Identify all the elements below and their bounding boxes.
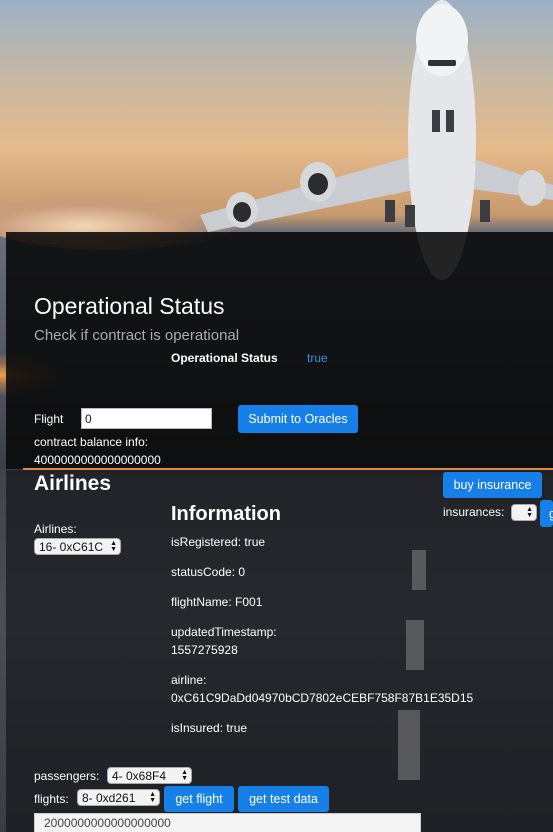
info-is-insured: isInsured: true bbox=[171, 721, 248, 735]
information-title: Information bbox=[171, 503, 281, 525]
operational-status-label: Operational Status bbox=[171, 351, 278, 365]
info-is-registered: isRegistered: true bbox=[171, 535, 266, 549]
select-arrows-icon: ▲ ▼ bbox=[149, 790, 156, 804]
insurances-label: insurances: bbox=[443, 505, 505, 519]
get-flight-button[interactable]: get flight bbox=[164, 786, 234, 812]
info-updated-label: updatedTimestamp: bbox=[171, 625, 277, 639]
insurances-select[interactable]: ▲ ▼ bbox=[511, 504, 537, 521]
info-airline-label: airline: bbox=[171, 673, 207, 687]
insurance-action-button[interactable]: g bbox=[540, 500, 553, 527]
flights-selected-value: 8- 0xd261 bbox=[82, 790, 136, 805]
section-divider bbox=[23, 468, 553, 470]
flight-input[interactable]: 0 bbox=[81, 408, 212, 429]
info-updated-value: 1557275928 bbox=[171, 643, 238, 657]
passengers-selected-value: 4- 0x68F4 bbox=[112, 768, 167, 783]
select-arrows-icon: ▲ ▼ bbox=[110, 539, 117, 553]
airlines-select[interactable]: 16- 0xC61C ▲ ▼ bbox=[34, 538, 121, 555]
amount-input[interactable]: 2000000000000000000 bbox=[34, 813, 421, 832]
get-test-data-button[interactable]: get test data bbox=[238, 786, 329, 812]
select-arrows-icon: ▲ ▼ bbox=[526, 505, 533, 519]
flights-label: flights: bbox=[34, 792, 69, 806]
operational-status-subtitle: Check if contract is operational bbox=[34, 327, 240, 344]
operational-status-title: Operational Status bbox=[34, 293, 225, 319]
airlines-selected-value: 16- 0xC61C bbox=[39, 539, 104, 554]
submit-to-oracles-button[interactable]: Submit to Oracles bbox=[238, 405, 358, 433]
operational-panel-overlay bbox=[6, 232, 553, 469]
flights-select[interactable]: 8- 0xd261 ▲ ▼ bbox=[77, 789, 160, 806]
info-status-code: statusCode: 0 bbox=[171, 565, 246, 579]
select-arrows-icon: ▲ ▼ bbox=[181, 768, 188, 782]
operational-status-value: true bbox=[307, 351, 328, 365]
passengers-select[interactable]: 4- 0x68F4 ▲ ▼ bbox=[107, 767, 192, 784]
contract-balance-value: 4000000000000000000 bbox=[34, 453, 161, 467]
airlines-select-label: Airlines: bbox=[34, 522, 77, 536]
info-airline-value: 0xC61C9DaDd04970bCD7802eCEBF758F87B1E35D… bbox=[171, 691, 474, 705]
contract-balance-label: contract balance info: bbox=[34, 435, 149, 449]
buy-insurance-button[interactable]: buy insurance bbox=[443, 472, 542, 498]
info-flight-name: flightName: F001 bbox=[171, 595, 263, 609]
flight-label: Flight bbox=[34, 412, 64, 426]
passengers-label: passengers: bbox=[34, 769, 100, 783]
airlines-title: Airlines bbox=[34, 472, 112, 495]
